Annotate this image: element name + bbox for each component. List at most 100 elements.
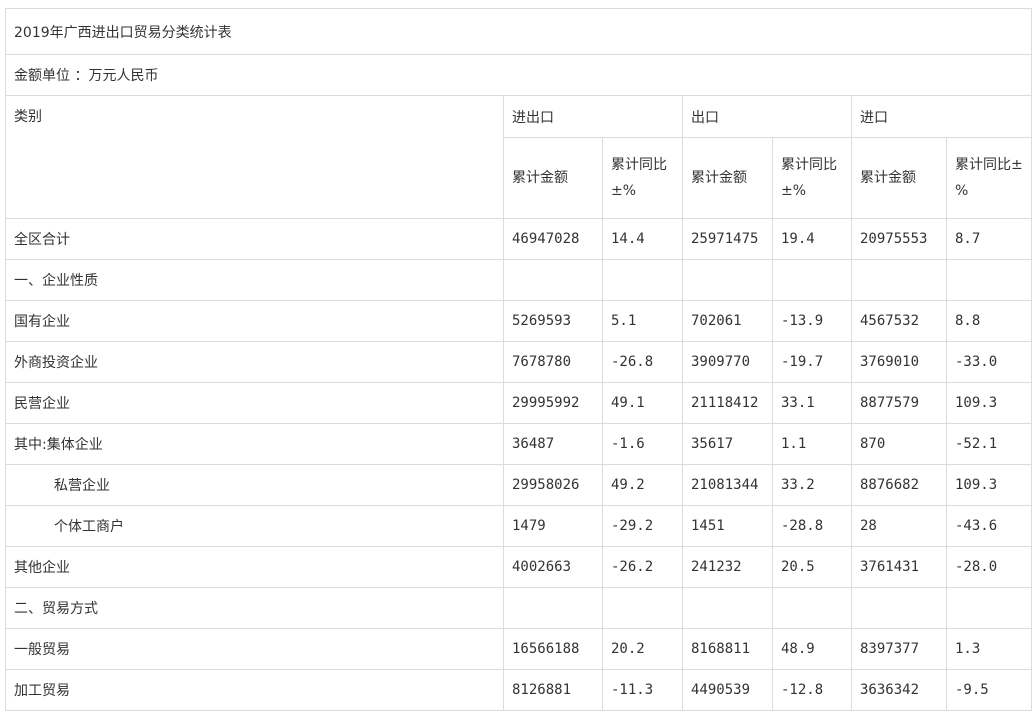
row-label: 一般贸易 bbox=[5, 628, 504, 670]
cell-value bbox=[682, 587, 773, 629]
cell-value: 21081344 bbox=[682, 464, 773, 506]
cell-value: 33.2 bbox=[772, 464, 852, 506]
cell-value: 5.1 bbox=[602, 300, 683, 342]
cell-value: 21118412 bbox=[682, 382, 773, 424]
sub-header-amount: 累计金额 bbox=[851, 137, 947, 219]
cell-value: 28 bbox=[851, 505, 947, 547]
table-row: 一、企业性质 bbox=[5, 259, 1033, 301]
cell-value: -33.0 bbox=[945, 341, 1033, 383]
cell-value: 33.1 bbox=[772, 382, 852, 424]
section-label: 二、贸易方式 bbox=[5, 587, 504, 629]
cell-value: 20.5 bbox=[772, 546, 852, 588]
cell-value: 1479 bbox=[503, 505, 603, 547]
category-header: 类别 bbox=[5, 95, 504, 219]
row-label: 外商投资企业 bbox=[5, 341, 504, 383]
unit-note: 金额单位 ：万元人民币 bbox=[4, 54, 1033, 96]
cell-value: -1.6 bbox=[602, 423, 683, 465]
cell-value: -13.9 bbox=[772, 300, 852, 342]
cell-value: 3636342 bbox=[851, 669, 947, 711]
trade-statistics-table: 2019年广西进出口贸易分类统计表 金额单位 ：万元人民币 类别 进出口 出口 … bbox=[4, 8, 1033, 711]
cell-value: 20.2 bbox=[602, 628, 683, 670]
cell-value: 49.1 bbox=[602, 382, 683, 424]
cell-value: 1451 bbox=[682, 505, 773, 547]
table-row: 一般贸易 16566188 20.2 8168811 48.9 8397377 … bbox=[5, 628, 1033, 670]
cell-value: -12.8 bbox=[772, 669, 852, 711]
row-label: 加工贸易 bbox=[5, 669, 504, 711]
cell-value: 20975553 bbox=[851, 218, 947, 260]
cell-value: 8397377 bbox=[851, 628, 947, 670]
sub-header-amount: 累计金额 bbox=[682, 137, 773, 219]
cell-value bbox=[682, 259, 773, 301]
cell-value bbox=[602, 259, 683, 301]
cell-value: 48.9 bbox=[772, 628, 852, 670]
cell-value bbox=[851, 259, 947, 301]
cell-value bbox=[503, 587, 603, 629]
cell-value: 29958026 bbox=[503, 464, 603, 506]
cell-value bbox=[945, 587, 1033, 629]
table-title: 2019年广西进出口贸易分类统计表 bbox=[4, 8, 1033, 55]
section-label: 一、企业性质 bbox=[5, 259, 504, 301]
cell-value: 241232 bbox=[682, 546, 773, 588]
cell-value: -11.3 bbox=[602, 669, 683, 711]
sub-header-amount: 累计金额 bbox=[503, 137, 603, 219]
cell-value: 109.3 bbox=[945, 464, 1033, 506]
cell-value: 702061 bbox=[682, 300, 773, 342]
cell-value: 4567532 bbox=[851, 300, 947, 342]
table-row: 其中:集体企业 36487 -1.6 35617 1.1 870 -52.1 bbox=[5, 423, 1033, 465]
cell-value: 3769010 bbox=[851, 341, 947, 383]
cell-value: 8876682 bbox=[851, 464, 947, 506]
cell-value bbox=[772, 587, 852, 629]
table-row: 个体工商户 1479 -29.2 1451 -28.8 28 -43.6 bbox=[5, 505, 1033, 547]
cell-value: 36487 bbox=[503, 423, 603, 465]
cell-value: 870 bbox=[851, 423, 947, 465]
cell-value: 4490539 bbox=[682, 669, 773, 711]
cell-value: 8168811 bbox=[682, 628, 773, 670]
cell-value bbox=[772, 259, 852, 301]
table-row: 全区合计 46947028 14.4 25971475 19.4 2097555… bbox=[5, 218, 1033, 260]
cell-value: 16566188 bbox=[503, 628, 603, 670]
group-header-import: 进口 bbox=[850, 95, 1033, 138]
sub-header-yoy: 累计同比±% bbox=[945, 137, 1033, 219]
cell-value: -26.8 bbox=[602, 341, 683, 383]
row-label: 其中:集体企业 bbox=[5, 423, 504, 465]
cell-value: -43.6 bbox=[945, 505, 1033, 547]
row-label: 个体工商户 bbox=[5, 505, 504, 547]
table-row: 民营企业 29995992 49.1 21118412 33.1 8877579… bbox=[5, 382, 1033, 424]
row-label: 私营企业 bbox=[5, 464, 504, 506]
cell-value: 19.4 bbox=[772, 218, 852, 260]
sub-header-yoy: 累计同比±% bbox=[602, 137, 683, 219]
cell-value: 8.7 bbox=[945, 218, 1033, 260]
cell-value: 3909770 bbox=[682, 341, 773, 383]
group-header-total: 进出口 bbox=[503, 95, 683, 138]
cell-value: 1.1 bbox=[772, 423, 852, 465]
row-label: 民营企业 bbox=[5, 382, 504, 424]
cell-value bbox=[503, 259, 603, 301]
table-row: 外商投资企业 7678780 -26.8 3909770 -19.7 37690… bbox=[5, 341, 1033, 383]
cell-value: 49.2 bbox=[602, 464, 683, 506]
cell-value: -19.7 bbox=[772, 341, 852, 383]
table-row: 私营企业 29958026 49.2 21081344 33.2 8876682… bbox=[5, 464, 1033, 506]
cell-value: 3761431 bbox=[851, 546, 947, 588]
sub-header-yoy: 累计同比±% bbox=[772, 137, 852, 219]
cell-value: 29995992 bbox=[503, 382, 603, 424]
cell-value bbox=[602, 587, 683, 629]
cell-value: 14.4 bbox=[602, 218, 683, 260]
cell-value: 4002663 bbox=[503, 546, 603, 588]
cell-value: 25971475 bbox=[682, 218, 773, 260]
group-header-export: 出口 bbox=[682, 95, 852, 138]
cell-value: 35617 bbox=[682, 423, 773, 465]
table-row: 国有企业 5269593 5.1 702061 -13.9 4567532 8.… bbox=[5, 300, 1033, 342]
row-label: 其他企业 bbox=[5, 546, 504, 588]
cell-value: 109.3 bbox=[945, 382, 1033, 424]
row-label: 全区合计 bbox=[5, 218, 504, 260]
cell-value: -26.2 bbox=[602, 546, 683, 588]
row-label: 国有企业 bbox=[5, 300, 504, 342]
cell-value: -9.5 bbox=[945, 669, 1033, 711]
cell-value: 7678780 bbox=[503, 341, 603, 383]
cell-value: -28.0 bbox=[945, 546, 1033, 588]
cell-value: 46947028 bbox=[503, 218, 603, 260]
cell-value bbox=[851, 587, 947, 629]
cell-value bbox=[945, 259, 1033, 301]
table-row: 其他企业 4002663 -26.2 241232 20.5 3761431 -… bbox=[5, 546, 1033, 588]
table-row: 加工贸易 8126881 -11.3 4490539 -12.8 3636342… bbox=[5, 669, 1033, 711]
